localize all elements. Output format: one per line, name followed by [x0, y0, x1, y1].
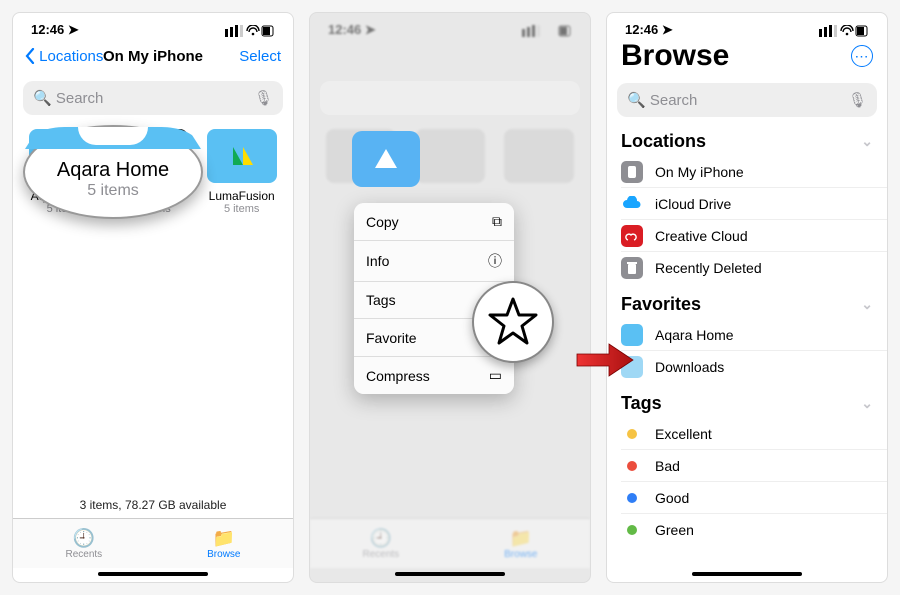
tab-browse[interactable]: 📁Browse [207, 528, 240, 560]
zoom-lens-folder-label: Aqara Home 5 items [23, 125, 203, 219]
page-title: Browse [607, 33, 887, 75]
menu-copy[interactable]: Copy⧉ [354, 203, 514, 241]
menu-info[interactable]: Infoⓘ [354, 241, 514, 282]
zoom-lens-star [472, 281, 554, 363]
menu-compress[interactable]: Compress▭ [354, 357, 514, 394]
star-icon-large [486, 295, 540, 349]
location-recently-deleted[interactable]: Recently Deleted [621, 252, 887, 284]
section-favorites[interactable]: Favorites⌄ [607, 284, 887, 319]
status-bar: 12:46 ➤ [607, 13, 887, 33]
chevron-down-icon: ⌄ [861, 395, 873, 412]
section-tags[interactable]: Tags⌄ [607, 383, 887, 418]
cloud-icon [621, 196, 643, 212]
folder-lumafusion[interactable]: LumaFusion 5 items [200, 129, 283, 215]
location-creative-cloud[interactable]: Creative Cloud [621, 220, 887, 252]
long-pressed-folder [352, 131, 420, 187]
chevron-left-icon [25, 48, 35, 64]
clock-icon: 🕘 [65, 528, 102, 549]
select-button[interactable]: Select [239, 48, 281, 65]
search-placeholder: Search [56, 90, 104, 107]
compress-icon: ▭ [489, 367, 502, 384]
luma-icon [229, 143, 255, 169]
favorite-downloads[interactable]: Downloads [621, 351, 887, 383]
location-on-my-iphone[interactable]: On My iPhone [621, 156, 887, 188]
search-icon: 🔍 [33, 89, 56, 107]
chevron-down-icon: ⌄ [861, 133, 873, 150]
mic-icon[interactable]: 🎙︎ [848, 91, 867, 109]
home-indicator[interactable] [98, 572, 208, 576]
phone-icon [625, 165, 639, 179]
aqara-icon [371, 144, 401, 174]
tag-excellent[interactable]: Excellent [621, 418, 887, 450]
ellipsis-icon: ⋯ [855, 48, 870, 65]
tag-green[interactable]: Green [621, 514, 887, 546]
tag-bad[interactable]: Bad [621, 450, 887, 482]
more-button[interactable]: ⋯ [851, 45, 873, 67]
tag-dot-icon [627, 461, 637, 471]
trash-icon [626, 261, 638, 275]
tab-recents[interactable]: 🕘Recents [65, 528, 102, 560]
screen-2-context-menu: 12:46 ➤ 🕘Recents 📁Browse Copy⧉ Infoⓘ Tag… [309, 12, 591, 583]
footer-status: 3 items, 78.27 GB available [13, 492, 293, 518]
section-locations[interactable]: Locations⌄ [607, 121, 887, 156]
info-icon: ⓘ [488, 251, 502, 271]
location-icloud-drive[interactable]: iCloud Drive [621, 188, 887, 220]
folder-icon: 📁 [207, 528, 240, 549]
tab-bar: 🕘Recents 📁Browse [13, 518, 293, 568]
status-bar: 12:46 ➤ [13, 13, 293, 33]
tag-dot-icon [627, 429, 637, 439]
copy-icon: ⧉ [492, 213, 502, 230]
screen-3-browse: 12:46 ➤ ⋯ Browse 🔍 Search 🎙︎ Locations⌄ … [606, 12, 888, 583]
search-icon: 🔍 [627, 91, 650, 109]
tutorial-arrow-icon [575, 340, 635, 380]
tag-good[interactable]: Good [621, 482, 887, 514]
back-button[interactable]: Locations [25, 48, 103, 65]
favorite-aqara-home[interactable]: Aqara Home [621, 319, 887, 351]
mic-icon[interactable]: 🎙︎ [254, 89, 273, 107]
tag-dot-icon [627, 493, 637, 503]
tag-dot-icon [627, 525, 637, 535]
screen-1-on-my-iphone: 12:46 ➤ Locations On My iPhone Select 🔍 … [12, 12, 294, 583]
home-indicator[interactable] [692, 572, 802, 576]
search-input[interactable]: 🔍 Search 🎙︎ [617, 83, 877, 117]
creative-cloud-icon [624, 230, 640, 242]
chevron-down-icon: ⌄ [861, 296, 873, 313]
search-input[interactable]: 🔍 Search 🎙︎ [23, 81, 283, 115]
nav-bar: Locations On My iPhone Select [13, 33, 293, 73]
